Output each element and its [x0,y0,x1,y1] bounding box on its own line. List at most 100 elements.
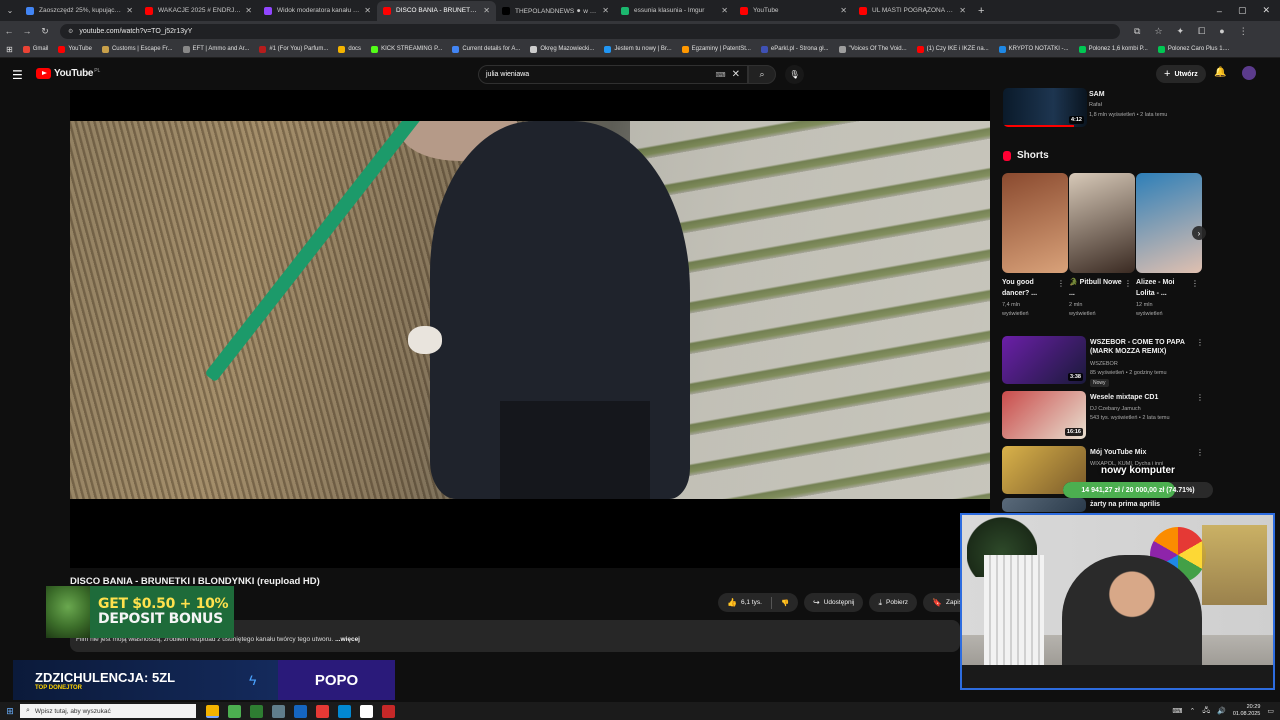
extension-icon[interactable]: ✦ [1177,26,1185,37]
bookmark-item[interactable]: #1 (For You) Parfum... [259,45,328,53]
reload-icon[interactable]: ↻ [36,26,54,37]
short-thumbnail[interactable] [1002,173,1068,273]
youtube-logo[interactable]: YouTube PL [36,68,100,79]
bookmark-item[interactable]: Polonez 1,6 kombi P... [1078,45,1148,53]
notification-center-icon[interactable]: ▭ [1267,707,1274,715]
bookmark-item[interactable]: Current details for A... [452,45,520,53]
cast-icon[interactable]: ⧉ [1134,26,1140,37]
bookmark-item[interactable]: EFT | Ammo and Ar... [182,45,249,53]
bookmark-item[interactable]: Gmail [22,45,48,53]
tab-close-icon[interactable]: ✕ [483,6,490,15]
clear-search-icon[interactable]: ✕ [732,69,740,80]
search-button[interactable]: ⌕ [748,65,776,84]
browser-menu-icon[interactable]: ⋮ [1239,26,1248,37]
browser-tab[interactable]: essunia klasunia - Imgur ✕ [615,1,734,21]
dislike-button[interactable]: 👎 [772,593,798,612]
browser-tab[interactable]: YouTube ✕ [734,1,853,21]
video-title[interactable]: Mój YouTube Mix [1090,448,1146,457]
keyboard-layout-icon[interactable]: ⌨ [1172,707,1182,715]
hamburger-menu-icon[interactable]: ☰ [12,68,23,82]
bookmark-item[interactable]: (1) Czy IKE i IKZE na... [916,45,989,53]
apps-grid-icon[interactable]: ⊞ [6,45,13,54]
taskbar-app-icon[interactable] [360,704,373,718]
video-thumbnail[interactable]: 4:12 [1003,88,1087,127]
tab-close-icon[interactable]: ✕ [364,6,371,15]
bookmark-item[interactable]: Customs | Escape Fr... [101,45,173,53]
taskbar-app-icon[interactable] [206,704,219,718]
notifications-bell-icon[interactable]: 🔔 [1214,67,1226,78]
profile-icon[interactable]: ● [1219,26,1224,37]
taskbar-app-icon[interactable] [316,704,329,718]
video-title[interactable]: Wesele mixtape CD1 [1090,393,1158,402]
short-title[interactable]: You good dancer? ... [1002,277,1058,299]
short-title[interactable]: 🐊 Pitbull Nowe ... [1069,277,1125,299]
video-title[interactable]: WSZEBOR - COME TO PAPA (MARK MOZZA REMIX… [1090,338,1185,356]
channel-name[interactable]: DJ Czebany Jamuch [1090,405,1141,413]
like-button[interactable]: 👍 6,1 tys. [718,593,771,612]
tab-close-icon[interactable]: ✕ [840,6,847,15]
forward-icon[interactable]: → [18,26,36,36]
new-tab-button[interactable]: + [972,5,990,17]
chevron-right-icon[interactable]: › [1192,226,1206,240]
channel-name[interactable]: Rafał [1089,101,1102,109]
taskbar-app-icon[interactable] [382,704,395,718]
taskbar-app-icon[interactable] [272,704,285,718]
clock[interactable]: 20:29 01.08.2025 [1233,704,1261,718]
short-thumbnail[interactable] [1069,173,1135,273]
taskbar-app-icon[interactable] [294,704,307,718]
short-title[interactable]: Alizee - Moi Lolita - ... [1136,277,1192,299]
video-player[interactable] [70,90,990,568]
address-bar[interactable]: ⚙ youtube.com/watch?v=TO_j52r13yY [60,23,1120,39]
voice-search-button[interactable]: 🎙 [785,65,804,84]
more-options-icon[interactable]: ⋮ [1196,393,1204,402]
windows-start-icon[interactable]: ⊞ [0,706,20,717]
network-icon[interactable]: 🖧 [1202,706,1210,717]
browser-tab[interactable]: DISCO BANIA - BRUNETKI I B ✕ [377,0,496,21]
bookmark-item[interactable]: "Voices Of The Void... [838,45,907,53]
site-info-icon[interactable]: ⚙ [68,28,73,35]
tab-close-icon[interactable]: ✕ [126,6,133,15]
download-button[interactable]: ⤓ Pobierz [869,593,918,612]
bookmark-item[interactable]: Egzaminy | PatentSt... [681,45,751,53]
video-thumbnail[interactable]: 3:38 [1002,336,1086,384]
taskbar-app-icon[interactable] [338,704,351,718]
tray-chevron-icon[interactable]: ⌃ [1189,707,1195,715]
close-window-icon[interactable]: ✕ [1262,5,1270,16]
video-title[interactable]: SAM [1089,90,1105,99]
bookmark-item[interactable]: Jestem tu nowy | Br... [604,45,672,53]
back-icon[interactable]: ← [0,26,18,36]
show-more-link[interactable]: ...więcej [335,636,360,643]
video-title[interactable]: żarty na prima aprilis [1090,500,1160,509]
tab-close-icon[interactable]: ✕ [721,6,728,15]
tab-close-icon[interactable]: ✕ [602,6,609,15]
bookmark-item[interactable]: eParkl.pl - Strona gł... [760,45,829,53]
more-options-icon[interactable]: ⋮ [1191,279,1199,288]
tab-close-icon[interactable]: ✕ [959,6,966,15]
bookmark-star-icon[interactable]: ☆ [1154,26,1162,37]
browser-tab[interactable]: THEPOLANDNEWS ⚫ w serwis ✕ [496,1,615,21]
video-frame[interactable] [70,121,990,499]
bookmark-item[interactable]: docs [338,45,361,53]
video-thumbnail[interactable]: 16:16 [1002,391,1086,439]
keyboard-icon[interactable]: ⌨ [716,71,726,79]
more-options-icon[interactable]: ⋮ [1124,279,1132,288]
tab-search-icon[interactable]: ⌄ [0,0,20,21]
channel-name[interactable]: WSZEBOR [1090,360,1118,368]
browser-tab[interactable]: WAKACJE 2025 # ENDRJU # EN ✕ [139,1,258,21]
bookmark-item[interactable]: Okręg Mazowiecki... [530,45,594,53]
bookmark-item[interactable]: KICK STREAMING P... [371,45,442,53]
bookmark-item[interactable]: KRYPTO NOTATKI -... [998,45,1069,53]
more-options-icon[interactable]: ⋮ [1057,279,1065,288]
share-button[interactable]: ↪ Udostępnij [804,593,864,612]
bookmark-item[interactable]: YouTube [58,45,92,53]
short-thumbnail[interactable] [1136,173,1202,273]
browser-tab[interactable]: Zaoszczędź 25%, kupując Bus I ✕ [20,1,139,21]
search-input[interactable]: julia wieniawa ⌨ ✕ [478,65,748,84]
volume-icon[interactable]: 🔊 [1217,707,1226,715]
extensions-puzzle-icon[interactable]: ⧠ [1198,26,1205,37]
account-avatar[interactable] [1242,66,1256,80]
create-button[interactable]: + Utwórz [1156,65,1206,83]
bookmark-item[interactable]: Polonez Caro Plus 1.... [1157,45,1229,53]
minimize-icon[interactable]: – [1217,6,1222,16]
taskbar-search[interactable]: ⌕ Wpisz tutaj, aby wyszukać [20,704,196,718]
